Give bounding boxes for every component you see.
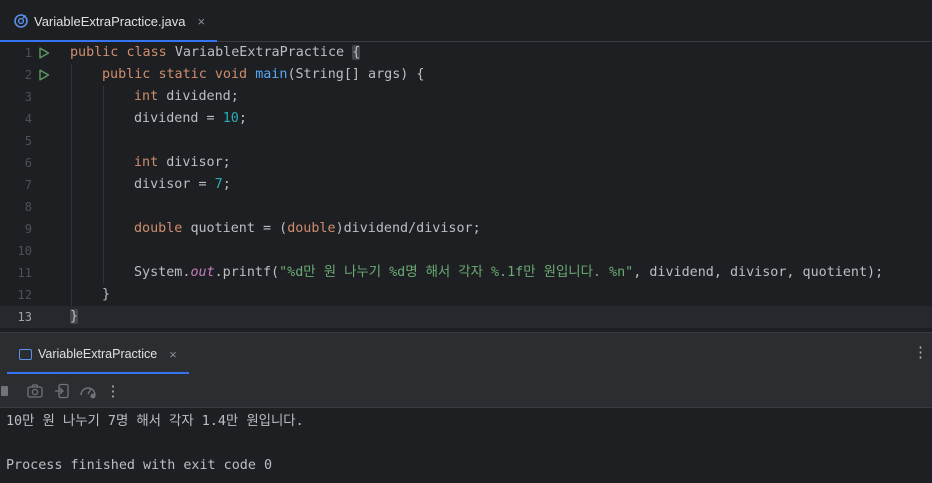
run-tab-variableextrapractice[interactable]: VariableExtraPractice ×	[7, 333, 189, 375]
console-line: 10만 원 나누기 7명 해서 각자 1.4만 원입니다.	[6, 414, 304, 429]
code-line-12: }	[102, 287, 111, 302]
line-number-gutter: 1 2 3 4 5 6 7 8 9 10 11 12 13	[0, 42, 62, 330]
editor-tab-label: VariableExtraPractice.java	[34, 13, 186, 29]
stop-button[interactable]	[0, 382, 10, 400]
code-line-3: int dividend;	[134, 89, 239, 104]
line-number: 2	[24, 68, 32, 82]
console-output[interactable]: 10만 원 나누기 7명 해서 각자 1.4만 원입니다. Process fi…	[0, 408, 932, 483]
more-options-icon[interactable]: ⋮	[913, 345, 928, 361]
indent-guide	[71, 64, 72, 306]
code-line-11: System.out.printf("%d만 원 나누기 %d명 해서 각자 %…	[134, 265, 884, 280]
run-gutter-icon[interactable]	[38, 69, 50, 81]
close-icon[interactable]: ×	[198, 14, 206, 29]
editor-tab-bar: VariableExtraPractice.java ×	[0, 0, 932, 43]
code-editor[interactable]: 1 2 3 4 5 6 7 8 9 10 11 12 13 public cla…	[0, 42, 932, 330]
line-number: 8	[24, 200, 32, 214]
java-class-icon	[14, 14, 28, 28]
console-line: Process finished with exit code 0	[6, 458, 273, 473]
line-number: 4	[24, 112, 32, 126]
run-toolbar: ⋮	[0, 374, 932, 408]
line-number: 6	[24, 156, 32, 170]
run-tool-window-header: VariableExtraPractice × ⋮	[0, 332, 932, 375]
code-line-7: divisor = 7;	[134, 177, 231, 192]
run-tab-label: VariableExtraPractice	[38, 347, 158, 361]
gauge-icon	[80, 387, 96, 399]
close-icon[interactable]: ×	[169, 347, 177, 362]
stop-icon	[1, 386, 8, 396]
indent-guide	[103, 86, 104, 284]
restore-layout-button[interactable]	[53, 382, 71, 400]
line-number: 3	[24, 90, 32, 104]
current-line-highlight	[0, 306, 932, 328]
toolbar-more-icon[interactable]: ⋮	[106, 382, 121, 400]
code-line-1: public class VariableExtraPractice {	[70, 45, 361, 60]
profiler-button[interactable]	[79, 382, 97, 400]
screenshot-button[interactable]	[26, 382, 44, 400]
line-number-current: 13	[17, 310, 32, 324]
camera-icon	[27, 384, 43, 398]
line-number: 1	[24, 46, 32, 60]
line-number: 10	[17, 244, 32, 258]
run-gutter-icon[interactable]	[38, 47, 50, 59]
editor-tab-variableextrapractice[interactable]: VariableExtraPractice.java ×	[0, 0, 218, 43]
console-icon	[19, 348, 32, 360]
line-number: 11	[17, 266, 32, 280]
code-line-13: }	[70, 309, 79, 324]
code-line-6: int divisor;	[134, 155, 231, 170]
import-icon	[55, 383, 69, 399]
line-number: 12	[17, 288, 32, 302]
line-number: 9	[24, 222, 32, 236]
code-line-4: dividend = 10;	[134, 111, 247, 126]
line-number: 7	[24, 178, 32, 192]
line-number: 5	[24, 134, 32, 148]
code-line-2: public static void main(String[] args) {	[102, 67, 425, 82]
code-line-9: double quotient = (double)dividend/divis…	[134, 221, 481, 236]
